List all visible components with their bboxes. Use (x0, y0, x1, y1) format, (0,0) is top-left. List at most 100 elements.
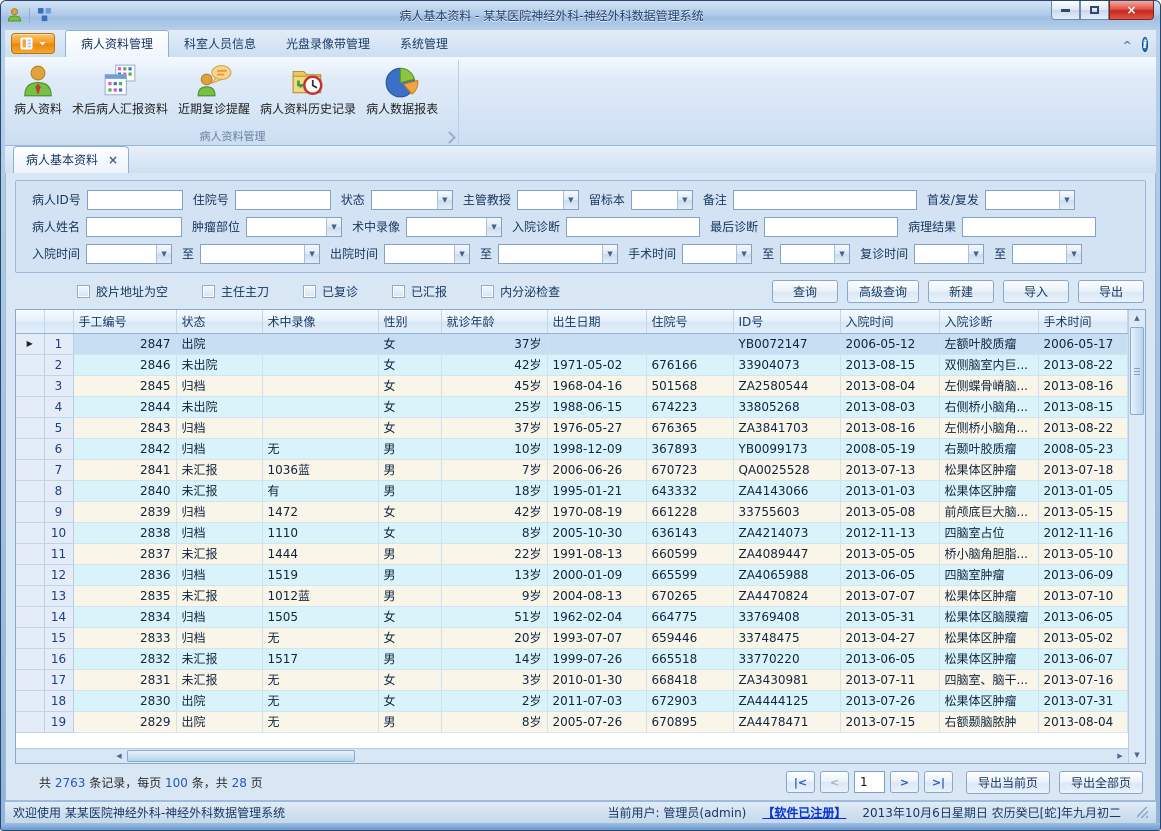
postop-report-button[interactable]: 术后病人汇报资料 (67, 61, 173, 119)
surgery-time-from-combo[interactable]: ▼ (682, 244, 752, 264)
hscroll-thumb[interactable] (127, 750, 355, 762)
specimen-combo[interactable]: ▼ (631, 190, 693, 210)
chevron-down-icon[interactable]: ▼ (454, 245, 469, 263)
table-row[interactable]: 52843归档女37岁1976-05-27676365ZA38417032013… (16, 417, 1128, 438)
export-all-pages-button[interactable]: 导出全部页 (1059, 771, 1143, 794)
checkbox-box[interactable] (303, 285, 316, 298)
application-menu-button[interactable] (11, 33, 55, 54)
table-row[interactable]: ▶12847出院女37岁YB00721472006-05-12左额叶胶质瘤200… (16, 333, 1128, 354)
revisited-checkbox[interactable]: 已复诊 (303, 283, 358, 300)
column-header[interactable]: 入院诊断 (939, 310, 1038, 333)
table-row[interactable]: 92839归档1472女42岁1970-08-19661228337556032… (16, 501, 1128, 522)
chevron-down-icon[interactable]: ▼ (304, 245, 319, 263)
dialog-launcher-icon[interactable] (443, 131, 456, 144)
table-row[interactable]: 112837未汇报1444男22岁1991-08-13660599ZA40894… (16, 543, 1128, 564)
column-header[interactable]: 手工编号 (73, 310, 176, 333)
row-selector-cell[interactable] (16, 606, 44, 627)
column-header[interactable]: 状态 (176, 310, 262, 333)
chevron-down-icon[interactable]: ▼ (1059, 191, 1074, 209)
chief-surgeon-checkbox[interactable]: 主任主刀 (202, 283, 269, 300)
page-number-input[interactable]: 1 (854, 771, 885, 793)
advanced-query-button[interactable]: 高级查询 (847, 280, 919, 303)
surgery-time-to-combo[interactable]: ▼ (780, 244, 850, 264)
column-header[interactable]: ID号 (733, 310, 840, 333)
row-selector-cell[interactable] (16, 417, 44, 438)
row-selector-cell[interactable] (16, 375, 44, 396)
row-selector-cell[interactable] (16, 669, 44, 690)
chevron-down-icon[interactable]: ▼ (156, 245, 171, 263)
patient-name-input[interactable] (86, 217, 182, 237)
tab-system-management[interactable]: 系统管理 (385, 31, 463, 57)
row-selector-cell[interactable] (16, 480, 44, 501)
scroll-right-icon[interactable]: ▶ (1112, 749, 1128, 763)
row-selector-cell[interactable] (16, 543, 44, 564)
admission-time-from-combo[interactable]: ▼ (86, 244, 172, 264)
table-row[interactable]: 172831未汇报无女3岁2010-01-30668418ZA343098120… (16, 669, 1128, 690)
maximize-button[interactable] (1080, 1, 1109, 20)
table-row[interactable]: 162832未汇报1517男14岁1999-07-266655183377022… (16, 648, 1128, 669)
admission-diagnosis-input[interactable] (566, 217, 700, 237)
tab-patient-data-management[interactable]: 病人资料管理 (65, 30, 169, 57)
column-header[interactable]: 就诊年龄 (441, 310, 547, 333)
column-header[interactable]: 性别 (378, 310, 441, 333)
intraop-video-combo[interactable]: ▼ (406, 217, 502, 237)
row-selector-cell[interactable] (16, 585, 44, 606)
layout-icon[interactable] (37, 7, 52, 25)
prev-page-button[interactable]: < (820, 771, 849, 793)
column-header[interactable]: 入院时间 (840, 310, 939, 333)
import-button[interactable]: 导入 (1003, 280, 1069, 303)
professor-combo[interactable]: ▼ (517, 190, 579, 210)
table-row[interactable]: 182830出院无女2岁2011-07-03672903ZA4444125201… (16, 690, 1128, 711)
revisit-time-to-combo[interactable]: ▼ (1012, 244, 1082, 264)
column-header[interactable]: 术中录像 (262, 310, 378, 333)
minimize-button[interactable] (1051, 1, 1080, 20)
new-button[interactable]: 新建 (928, 280, 994, 303)
doc-tab-patient-basic-info[interactable]: 病人基本资料 × (13, 146, 129, 173)
chevron-down-icon[interactable]: ▼ (968, 245, 983, 263)
table-row[interactable]: 32845归档女45岁1968-04-16501568ZA25805442013… (16, 375, 1128, 396)
pathology-result-input[interactable] (962, 217, 1096, 237)
column-header[interactable]: 住院号 (646, 310, 733, 333)
chevron-up-icon[interactable]: ^ (1123, 38, 1132, 52)
close-icon[interactable]: × (108, 155, 118, 165)
table-row[interactable]: 72841未汇报1036蓝男7岁2006-06-26670723QA002552… (16, 459, 1128, 480)
user-icon[interactable] (7, 7, 22, 25)
checkbox-box[interactable] (77, 285, 90, 298)
chevron-down-icon[interactable]: ▼ (602, 245, 617, 263)
last-page-button[interactable]: >| (924, 771, 953, 793)
table-row[interactable]: 122836归档1519男13岁2000-01-09665599ZA406598… (16, 564, 1128, 585)
patient-id-input[interactable] (87, 190, 183, 210)
resize-grip-icon[interactable] (1137, 807, 1148, 818)
column-header[interactable]: 出生日期 (547, 310, 646, 333)
query-button[interactable]: 查询 (772, 280, 838, 303)
next-page-button[interactable]: > (890, 771, 919, 793)
checkbox-box[interactable] (392, 285, 405, 298)
checkbox-box[interactable] (481, 285, 494, 298)
hospital-no-input[interactable] (235, 190, 331, 210)
table-row[interactable]: 192829出院无男8岁2005-07-26670895ZA4478471201… (16, 711, 1128, 732)
checkbox-box[interactable] (202, 285, 215, 298)
info-icon[interactable]: i (1142, 37, 1148, 52)
final-diagnosis-input[interactable] (764, 217, 898, 237)
chevron-down-icon[interactable]: ▼ (736, 245, 751, 263)
discharge-time-to-combo[interactable]: ▼ (498, 244, 618, 264)
first-page-button[interactable]: |< (786, 771, 815, 793)
row-selector-cell[interactable] (16, 438, 44, 459)
chevron-down-icon[interactable]: ▼ (563, 191, 578, 209)
table-row[interactable]: 22846未出院女42岁1971-05-02676166339040732013… (16, 354, 1128, 375)
revisit-reminder-button[interactable]: 近期复诊提醒 (173, 61, 255, 119)
export-current-page-button[interactable]: 导出当前页 (966, 771, 1050, 794)
scroll-left-icon[interactable]: ◀ (111, 749, 127, 763)
table-row[interactable]: 42844未出院女25岁1988-06-15674223338052682013… (16, 396, 1128, 417)
admission-time-to-combo[interactable]: ▼ (200, 244, 320, 264)
remark-input[interactable] (733, 190, 917, 210)
horizontal-scrollbar[interactable]: ◀ ▶ (16, 748, 1128, 763)
scroll-down-icon[interactable]: ▼ (1129, 747, 1145, 763)
film-address-empty-checkbox[interactable]: 胶片地址为空 (77, 283, 168, 300)
row-selector-cell[interactable] (16, 354, 44, 375)
table-row[interactable]: 142834归档1505女51岁1962-02-0466477533769408… (16, 606, 1128, 627)
table-row[interactable]: 102838归档1110女8岁2005-10-30636143ZA4214073… (16, 522, 1128, 543)
tumor-site-combo[interactable]: ▼ (246, 217, 342, 237)
vertical-scrollbar[interactable]: ▲ ▼ (1128, 310, 1145, 763)
software-registered-link[interactable]: 【软件已注册】 (762, 804, 846, 821)
